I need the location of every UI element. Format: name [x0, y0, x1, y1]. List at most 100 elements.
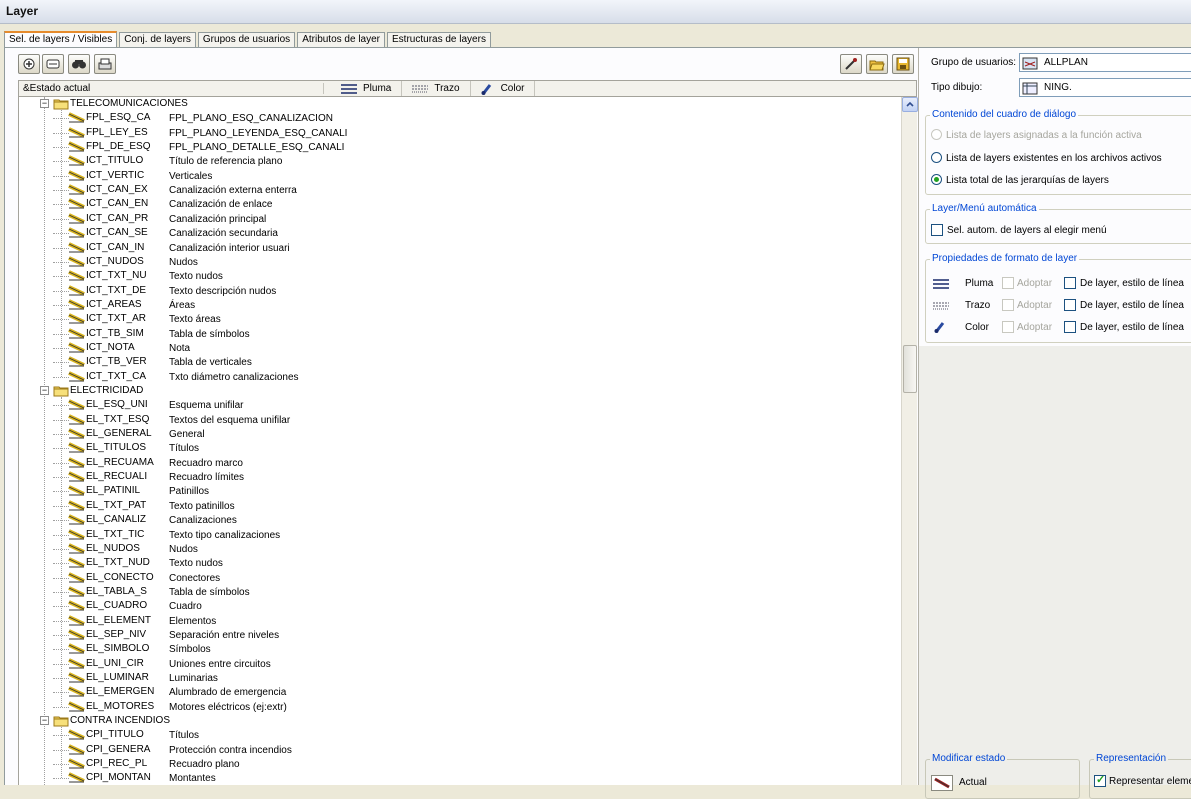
scroll-thumb[interactable] [903, 345, 917, 393]
tab-layer-sets[interactable]: Conj. de layers [119, 32, 196, 48]
radio-full-hierarchy[interactable] [931, 174, 942, 185]
color-adopt-checkbox[interactable] [1002, 321, 1014, 333]
tree-layer-row[interactable]: EL_TABLA_S Tabla de símbolos [19, 585, 901, 599]
color-column-header[interactable]: Color [471, 81, 536, 96]
tree-layer-row[interactable]: ICT_CAN_PR Canalización principal [19, 212, 901, 226]
tree-layer-row[interactable]: EL_TXT_ESQ Textos del esquema unifilar [19, 413, 901, 427]
tree-layer-row[interactable]: EL_PATINIL Patinillos [19, 484, 901, 498]
tree-layer-row[interactable]: ICT_CAN_EN Canalización de enlace [19, 197, 901, 211]
print-button[interactable] [94, 54, 116, 74]
layer-name: EL_TXT_PAT [86, 499, 147, 511]
state-column-header[interactable]: &Estado actual [19, 83, 324, 94]
layer-pencil-icon [68, 586, 85, 597]
tree-layer-row[interactable]: EL_TXT_PAT Texto patinillos [19, 499, 901, 513]
layer-description: Elementos [169, 615, 217, 627]
pen-bylayer-checkbox[interactable] [1064, 277, 1076, 289]
new-layer-button[interactable] [18, 54, 40, 74]
layer-list-button[interactable] [42, 54, 64, 74]
open-button[interactable] [866, 54, 888, 74]
tree-layer-row[interactable]: ICT_AREAS Áreas [19, 298, 901, 312]
collapse-toggle[interactable]: − [40, 716, 49, 726]
tree-layer-row[interactable]: EL_SIMBOLO Símbolos [19, 642, 901, 656]
tree-layer-row[interactable]: CPI_GENERA Protección contra incendios [19, 743, 901, 757]
tree-layer-row[interactable]: ICT_NOTA Nota [19, 341, 901, 355]
tree-layer-row[interactable]: CPI_TITULO Títulos [19, 728, 901, 742]
stroke-bylayer-checkbox[interactable] [1064, 299, 1076, 311]
tree-layer-row[interactable]: FPL_ESQ_CA FPL_PLANO_ESQ_CANALIZACION [19, 111, 901, 125]
tree-layer-row[interactable]: EL_ESQ_UNI Esquema unifilar [19, 398, 901, 412]
tree-layer-row[interactable]: ICT_VERTIC Verticales [19, 169, 901, 183]
tree-layer-row[interactable]: EL_RECUALI Recuadro límites [19, 470, 901, 484]
user-group-combo[interactable]: ALLPLAN [1019, 53, 1191, 72]
auto-select-checkbox[interactable] [931, 224, 943, 236]
find-button[interactable] [68, 54, 90, 74]
tree-layer-row[interactable]: ICT_CAN_SE Canalización secundaria [19, 226, 901, 240]
layer-pencil-icon [68, 227, 85, 238]
tree-layer-row[interactable]: CPI_MONTAN Montantes [19, 771, 901, 785]
tree-group-row[interactable]: − TELECOMUNICACIONES [19, 97, 901, 111]
tree-layer-row[interactable]: EL_EMERGEN Alumbrado de emergencia [19, 685, 901, 699]
layer-description: Nudos [169, 543, 198, 555]
save-button[interactable] [892, 54, 914, 74]
stroke-adopt-checkbox[interactable] [1002, 299, 1014, 311]
tree-layer-row[interactable]: ICT_TXT_AR Texto áreas [19, 312, 901, 326]
stroke-column-header[interactable]: Trazo [402, 81, 471, 96]
collapse-toggle[interactable]: − [40, 386, 49, 395]
layer-name: EL_LUMINAR [86, 672, 149, 683]
tree-group-row[interactable]: − ELECTRICIDAD [19, 384, 901, 398]
actual-state-button[interactable] [931, 775, 953, 791]
tree-layer-row[interactable]: FPL_LEY_ES FPL_PLANO_LEYENDA_ESQ_CANALI [19, 126, 901, 140]
tree-layer-row[interactable]: EL_ELEMENT Elementos [19, 614, 901, 628]
tree-layer-row[interactable]: CPI_REC_PL Recuadro plano [19, 757, 901, 771]
tab-layer-attributes[interactable]: Atributos de layer [297, 32, 386, 48]
layer-name: EL_TXT_ESQ [86, 413, 150, 425]
tree-layer-row[interactable]: ICT_TB_VER Tabla de verticales [19, 355, 901, 369]
tree-layer-row[interactable]: EL_CANALIZ Canalizaciones [19, 513, 901, 527]
tree-layer-row[interactable]: EL_CUADRO Cuadro [19, 599, 901, 613]
tree-layer-row[interactable]: EL_RECUAMA Recuadro marco [19, 456, 901, 470]
tree-layer-row[interactable]: EL_TXT_TIC Texto tipo canalizaciones [19, 528, 901, 542]
pen-icon [341, 83, 357, 94]
pen-icon [933, 279, 949, 289]
tree-layer-row[interactable]: ICT_TITULO Título de referencia plano [19, 154, 901, 168]
tree-layer-row[interactable]: EL_TITULOS Títulos [19, 441, 901, 455]
color-bylayer-checkbox[interactable] [1064, 321, 1076, 333]
tree-layer-row[interactable]: EL_MOTORES Motores eléctricos (ej:extr) [19, 700, 901, 714]
tree-layer-row[interactable]: FPL_DE_ESQ FPL_PLANO_DETALLE_ESQ_CANALI [19, 140, 901, 154]
tree-layer-row[interactable]: EL_UNI_CIR Uniones entre circuitos [19, 657, 901, 671]
radio-active-function[interactable] [931, 129, 942, 140]
tree-layer-row[interactable]: EL_TXT_NUD Texto nudos [19, 556, 901, 570]
layer-list-icon [46, 59, 60, 69]
tree-scrollbar[interactable] [901, 97, 918, 785]
tree-layer-row[interactable]: ICT_CAN_EX Canalización externa enterra [19, 183, 901, 197]
tree-layer-row[interactable]: ICT_NUDOS Nudos [19, 255, 901, 269]
layer-description: Texto tipo canalizaciones [169, 529, 281, 541]
tree-layer-row[interactable]: EL_LUMINAR Luminarias [19, 671, 901, 685]
tree-layer-row[interactable]: EL_NUDOS Nudos [19, 542, 901, 556]
tree-layer-row[interactable]: ICT_TXT_NU Texto nudos [19, 269, 901, 283]
color-brush-icon [934, 322, 945, 333]
tab-layer-structures[interactable]: Estructuras de layers [387, 32, 491, 48]
tree-layer-row[interactable]: ICT_TXT_CA Txto diámetro canalizaciones [19, 370, 901, 384]
pen-adopt-checkbox[interactable] [1002, 277, 1014, 289]
tree-layer-row[interactable]: EL_SEP_NIV Separación entre niveles [19, 628, 901, 642]
layer-name: EL_TABLA_S [86, 585, 147, 597]
layer-name: ICT_CAN_PR [86, 212, 149, 224]
tree-layer-row[interactable]: ICT_TXT_DE Texto descripción nudos [19, 284, 901, 298]
tab-user-groups[interactable]: Grupos de usuarios [197, 32, 296, 48]
layer-tree[interactable]: − TELECOMUNICACIONES FPL_ESQ_CA FPL_PLANO_E… [18, 97, 901, 785]
scroll-up-button[interactable] [902, 97, 918, 112]
tree-layer-row[interactable]: ICT_TB_SIM Tabla de símbolos [19, 327, 901, 341]
pipette-button[interactable] [840, 54, 862, 74]
tree-layer-row[interactable]: EL_GENERAL General [19, 427, 901, 441]
tree-layer-row[interactable]: EL_CONECTO Conectores [19, 571, 901, 585]
drawing-type-combo[interactable]: NING. [1019, 78, 1191, 97]
layer-description: Canalización secundaria [169, 228, 278, 240]
radio-active-files[interactable] [931, 152, 942, 163]
layer-description: Recuadro plano [169, 759, 240, 771]
represent-elements-checkbox[interactable] [1094, 773, 1106, 787]
pen-column-header[interactable]: Pluma [324, 81, 403, 96]
collapse-toggle[interactable]: − [40, 99, 49, 108]
tree-layer-row[interactable]: ICT_CAN_IN Canalización interior usuari [19, 241, 901, 255]
tree-group-row[interactable]: − CONTRA INCENDIOS [19, 714, 901, 728]
